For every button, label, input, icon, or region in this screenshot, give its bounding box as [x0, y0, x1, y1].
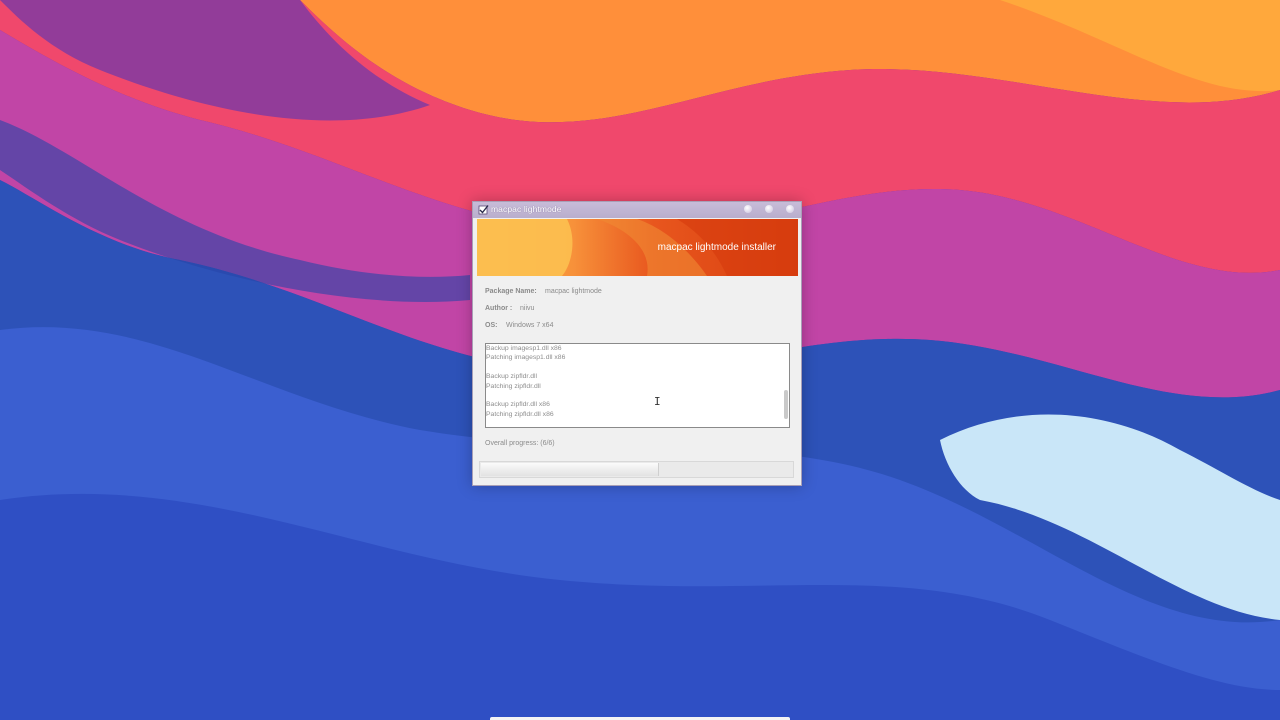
text-cursor-icon: I — [654, 395, 661, 408]
install-log[interactable]: Backup imagesp1.dll x86 Patching imagesp… — [485, 343, 790, 428]
header-banner: macpac lightmode installer — [477, 219, 798, 276]
banner-title: macpac lightmode installer — [657, 242, 776, 253]
log-line: Backup imagesp1.dll x86 — [486, 345, 562, 352]
log-line: Backup zipfldr.dll x86 — [486, 401, 550, 409]
progress-label-text: Overall progress: — [485, 440, 539, 447]
log-lines: Backup imagesp1.dll x86 Patching imagesp… — [486, 344, 781, 419]
author-label: Author : — [485, 305, 513, 312]
installer-window: macpac lightmode macpac lightmode instal… — [472, 201, 802, 486]
log-line: Patching imagesp1.dll x86 — [486, 354, 566, 362]
os-value: Windows 7 x64 — [506, 322, 554, 329]
desktop: macpac lightmode macpac lightmode instal… — [0, 0, 1280, 720]
log-line: Backup zipfldr.dll — [486, 373, 538, 381]
title-bar[interactable]: macpac lightmode — [473, 202, 801, 218]
os-label: OS: — [485, 322, 498, 329]
minimize-button[interactable] — [744, 205, 752, 213]
log-line: Patching zipfldr.dll x86 — [486, 410, 554, 418]
progress-count: (6/6) — [540, 440, 555, 447]
package-name-value: macpac lightmode — [545, 288, 602, 295]
window-title: macpac lightmode — [491, 204, 562, 214]
overall-progress-bar — [479, 461, 794, 478]
package-name-label: Package Name: — [485, 288, 537, 295]
log-line: Patching zipfldr.dll — [486, 382, 541, 390]
author-value: niivu — [520, 305, 535, 312]
maximize-button[interactable] — [765, 205, 773, 213]
installer-check-icon — [478, 205, 489, 215]
progress-fill — [481, 463, 659, 476]
close-button[interactable] — [786, 205, 794, 213]
log-scrollbar[interactable] — [784, 390, 788, 419]
overall-progress-label: Overall progress: (6/6) — [485, 440, 555, 447]
